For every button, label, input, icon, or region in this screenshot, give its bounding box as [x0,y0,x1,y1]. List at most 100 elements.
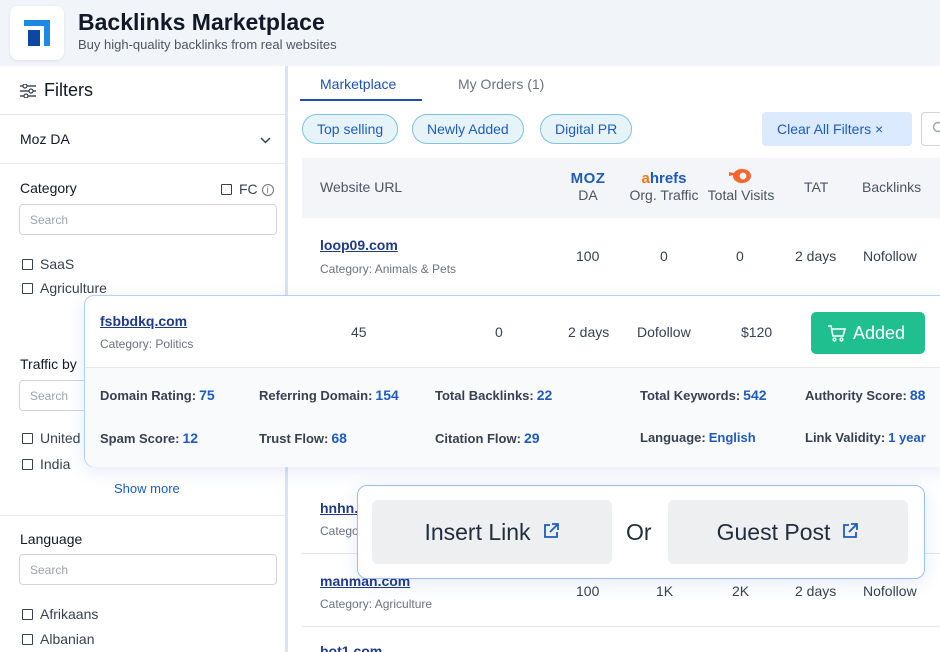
chip-top-selling[interactable]: Top selling [302,114,399,144]
app-logo [10,6,64,60]
insert-link-label: Insert Link [424,519,531,545]
header-tat[interactable]: TAT [804,179,828,195]
ahrefs-logo-rest: hrefs [649,170,687,187]
category-option-agriculture[interactable]: Agriculture [22,280,107,296]
row-category: Catego [320,524,359,538]
option-label: United [40,430,81,446]
row-visits: 0 [736,248,744,264]
row-backlinks: Nofollow [863,248,917,264]
chip-newly-added[interactable]: Newly Added [412,114,524,144]
ahrefs-logo-a: a [641,170,650,187]
checkbox[interactable] [22,459,33,470]
app-header: Backlinks Marketplace Buy high-quality b… [0,0,940,66]
search-icon [932,121,940,138]
expanded-url-link[interactable]: fsbbdkq.com [100,313,187,329]
divider [0,114,285,115]
metric-citation-flow: Citation Flow: 29 [435,430,540,446]
traffic-option-india[interactable]: India [22,456,70,472]
metric-spam-score: Spam Score: 12 [100,430,199,446]
expanded-price: $120 [741,324,773,340]
language-option-afrikaans[interactable]: Afrikaans [22,606,98,622]
metric-trust-flow: Trust Flow: 68 [259,430,347,446]
chevron-down-icon[interactable] [260,133,271,147]
language-option-albanian[interactable]: Albanian [22,631,95,647]
option-label: Albanian [40,631,95,647]
app-frame: Backlinks Marketplace Buy high-quality b… [0,0,940,652]
metric-total-keywords: Total Keywords: 542 [640,387,767,403]
row-visits: 2K [732,583,750,599]
semrush-icon [705,168,777,187]
row-da: 100 [576,583,600,599]
header-total-visits-label: Total Visits [707,187,775,203]
row-tat: 2 days [795,583,837,599]
option-label: Agriculture [40,280,107,296]
row-traffic: 1K [656,583,674,599]
logo-icon [24,20,50,46]
tab-my-orders[interactable]: My Orders (1) [458,76,544,92]
header-da[interactable]: MOZ DA [564,170,612,203]
guest-post-button[interactable]: Guest Post [668,500,908,564]
external-link-icon [537,523,560,544]
tab-marketplace[interactable]: Marketplace [320,76,396,92]
chip-digital-pr[interactable]: Digital PR [540,114,633,144]
table-search-input[interactable] [921,112,940,146]
category-option-saas[interactable]: SaaS [22,256,74,272]
active-tab-indicator [300,99,422,101]
filters-heading-label: Filters [44,80,93,100]
checkbox[interactable] [22,283,33,294]
purchase-type-popup: Insert Link Or Guest Post [357,485,925,579]
traffic-option-united[interactable]: United [22,430,80,446]
row-traffic: 0 [660,248,668,264]
metric-domain-rating: Domain Rating: 75 [100,387,215,403]
app-subtitle: Buy high-quality backlinks from real web… [78,37,337,52]
header-website-url: Website URL [320,179,403,195]
or-separator: Or [626,519,652,545]
moz-da-filter[interactable]: Moz DA [20,131,70,147]
fc-checkbox[interactable] [221,184,232,195]
row-category: Category: Agriculture [320,597,433,611]
cart-icon [828,325,847,342]
checkbox[interactable] [22,433,33,444]
traffic-filter-title: Traffic by [20,356,77,372]
checkbox[interactable] [22,259,33,270]
expanded-backlinks: Dofollow [637,324,691,340]
checkbox[interactable] [22,609,33,620]
header-org-traffic-label: Org. Traffic [629,187,699,203]
header-total-visits[interactable]: Total Visits [705,168,777,203]
moz-logo: MOZ [570,170,606,187]
added-to-cart-button[interactable]: Added [811,312,925,354]
metrics-panel: Domain Rating: 75 Referring Domain: 154 To… [85,367,940,467]
show-more-link[interactable]: Show more [114,481,180,496]
insert-link-button[interactable]: Insert Link [372,500,612,564]
language-filter-title: Language [20,531,83,547]
expanded-da: 45 [351,324,367,340]
checkbox[interactable] [22,634,33,645]
added-label: Added [853,323,906,343]
metric-language: Language: English [640,430,756,445]
row-tat: 2 days [795,248,837,264]
row-divider [302,626,940,627]
row-backlinks: Nofollow [863,583,917,599]
header-da-label: DA [578,187,598,203]
info-icon[interactable]: i [261,184,274,196]
ahrefs-logo: ahrefs [626,170,702,187]
category-filter-title: Category [20,180,77,196]
header-org-traffic[interactable]: ahrefs Org. Traffic [626,170,702,203]
row-url-link[interactable]: hnhn. [320,500,358,516]
header-backlinks[interactable]: Backlinks [862,179,921,195]
divider [0,515,285,516]
row-category: Category: Animals & Pets [320,262,457,276]
row-url-link[interactable]: loop09.com [320,237,398,253]
fc-toggle[interactable]: FC i [221,181,274,197]
app-title: Backlinks Marketplace [78,9,325,35]
clear-all-filters-button[interactable]: Clear All Filters × [762,112,912,146]
category-search-input[interactable]: Search [19,204,277,235]
expanded-listing-card: fsbbdkq.com Category: Politics 45 0 2 da… [84,295,940,467]
metric-authority-score: Authority Score: 88 [805,387,926,403]
metric-link-validity: Link Validity: 1 year [805,430,926,445]
divider [0,163,285,164]
filters-heading: Filters [20,80,93,103]
option-label: SaaS [40,256,75,272]
language-search-input[interactable]: Search [19,554,277,585]
row-url-link[interactable]: bot1.com [320,643,382,652]
